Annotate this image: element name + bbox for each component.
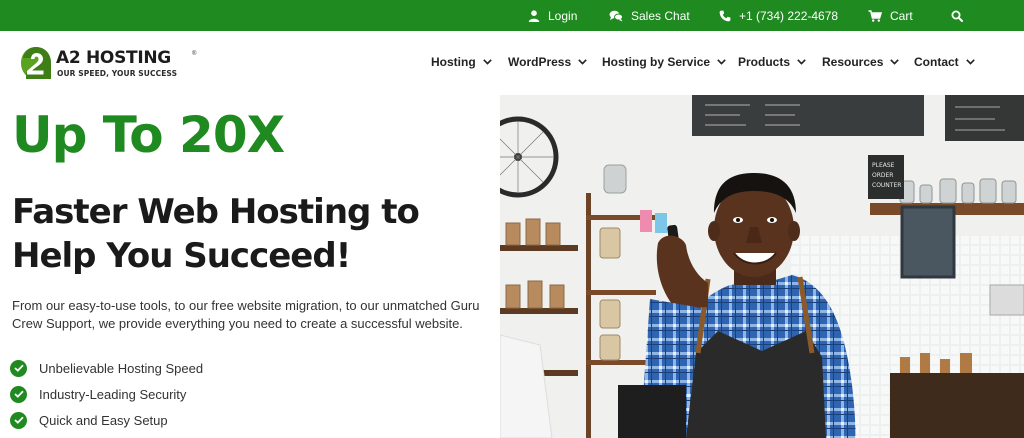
logo-registered-mark: ®: [192, 51, 197, 57]
nav-item-contact[interactable]: Contact: [914, 53, 975, 71]
checkmark-icon: [10, 411, 27, 429]
chevron-down-icon: [717, 59, 726, 65]
hero-headline: Up To 20X: [12, 106, 285, 164]
hero-subheadline: Faster Web Hosting to Help You Succeed!: [12, 192, 420, 276]
chevron-down-icon: [797, 59, 806, 65]
login-link[interactable]: Login: [528, 0, 577, 31]
checkmark-icon: [10, 359, 27, 377]
nav-item-label: Hosting: [431, 55, 476, 69]
feature-item: Unbelievable Hosting Speed: [10, 358, 203, 378]
order-sign-text: PLEASE: [872, 162, 895, 169]
nav-item-label: Products: [738, 55, 791, 69]
feature-item: Quick and Easy Setup: [10, 410, 168, 430]
a2-logo-mark-icon: [21, 47, 51, 79]
top-bar: Login Sales Chat +1 (734) 222-4678 Cart: [0, 0, 1024, 31]
logo-tagline: OUR SPEED, YOUR SUCCESS: [57, 69, 178, 78]
nav-item-hosting[interactable]: Hosting: [431, 53, 492, 71]
login-label: Login: [548, 8, 578, 23]
feature-item: Industry-Leading Security: [10, 384, 186, 404]
phone-icon: [719, 10, 731, 21]
svg-text:ORDER: ORDER: [872, 172, 893, 179]
chevron-down-icon: [482, 59, 492, 65]
cart-icon: [868, 9, 882, 22]
svg-text:COUNTER: COUNTER: [872, 182, 901, 189]
chat-bubbles-icon: [609, 10, 623, 21]
feature-label: Quick and Easy Setup: [39, 412, 168, 428]
nav-item-products[interactable]: Products: [738, 53, 806, 71]
cart-label: Cart: [890, 8, 913, 23]
search-icon: [951, 10, 963, 22]
feature-label: Unbelievable Hosting Speed: [39, 360, 204, 376]
nav-item-wordpress[interactable]: WordPress: [508, 53, 587, 71]
nav-item-hosting-by-service[interactable]: Hosting by Service: [602, 53, 726, 71]
phone-link[interactable]: +1 (734) 222-4678: [719, 0, 838, 31]
a2-hosting-logo[interactable]: A2 HOSTING ® OUR SPEED, YOUR SUCCESS: [20, 46, 196, 82]
checkmark-icon: [10, 385, 27, 403]
nav-item-resources[interactable]: Resources: [822, 53, 900, 71]
hero-description: From our easy-to-use tools, to our free …: [12, 298, 480, 331]
sales-chat-label: Sales Chat: [631, 8, 690, 23]
hero-photo: PLEASE ORDER COUNTER: [500, 95, 1024, 438]
nav-item-label: Resources: [822, 55, 884, 69]
feature-label: Industry-Leading Security: [39, 386, 187, 402]
nav-item-label: Contact: [914, 55, 959, 69]
user-icon: [528, 9, 540, 22]
nav-item-label: WordPress: [508, 55, 572, 69]
phone-number: +1 (734) 222-4678: [739, 8, 839, 23]
chevron-down-icon: [965, 59, 975, 65]
sales-chat-link[interactable]: Sales Chat: [609, 0, 690, 31]
logo-name: A2 HOSTING: [56, 48, 171, 68]
chevron-down-icon: [578, 59, 587, 65]
cart-link[interactable]: Cart: [868, 0, 913, 31]
chevron-down-icon: [890, 59, 900, 65]
search-button[interactable]: [951, 0, 971, 31]
nav-item-label: Hosting by Service: [602, 55, 711, 69]
